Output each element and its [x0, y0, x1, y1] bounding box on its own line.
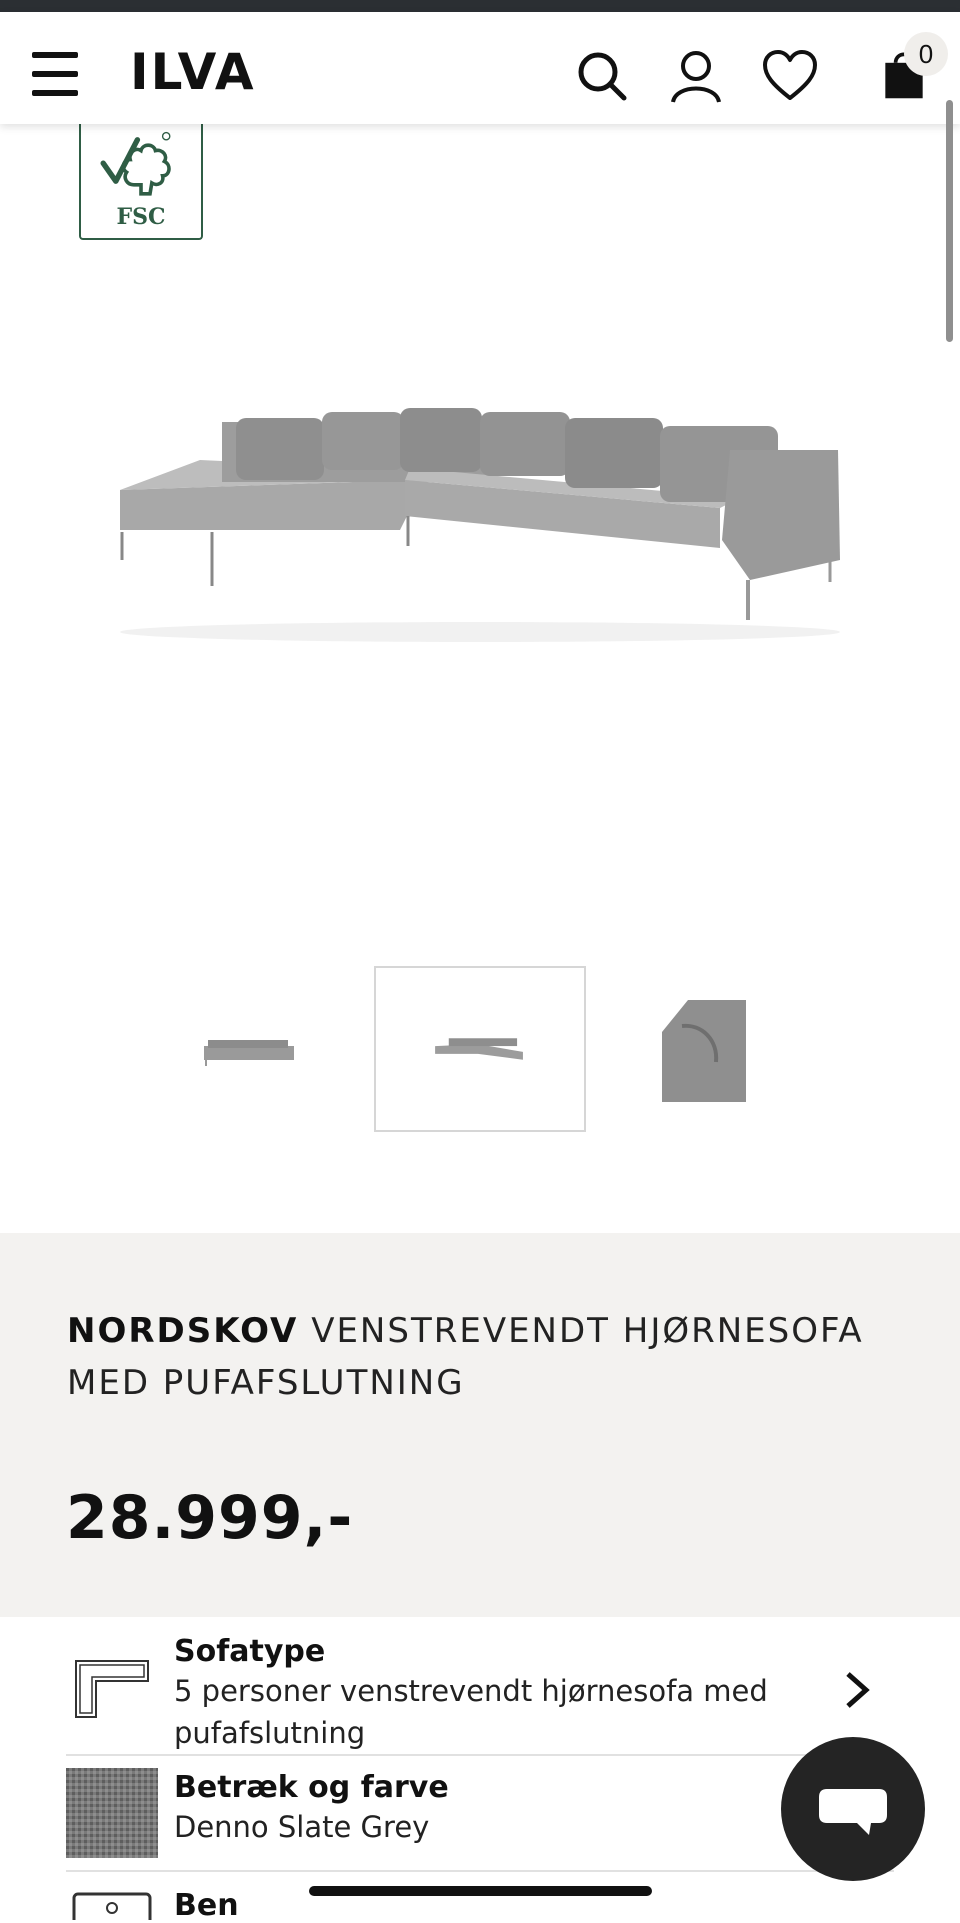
fsc-label: FSC — [116, 204, 166, 230]
status-strip — [0, 0, 960, 12]
chat-button[interactable] — [781, 1737, 925, 1881]
option-label: Betræk og farve — [174, 1770, 449, 1805]
site-logo[interactable]: ILVA — [130, 40, 256, 104]
option-label: Sofatype — [174, 1634, 326, 1669]
home-indicator[interactable] — [309, 1886, 652, 1896]
chevron-right-icon[interactable] — [842, 1670, 872, 1710]
product-info: NORDSKOV VENSTREVENDT HJØRNESOFA MED PUF… — [0, 1233, 960, 1617]
product-price: 28.999,- — [66, 1483, 354, 1553]
option-label: Ben — [174, 1888, 239, 1923]
thumbnail-2[interactable] — [374, 966, 586, 1132]
option-cover-color[interactable]: Betræk og farve Denno Slate Grey — [66, 1756, 894, 1872]
tree-check-icon — [100, 131, 171, 196]
product-title: NORDSKOV VENSTREVENDT HJØRNESOFA MED PUF… — [67, 1305, 897, 1409]
heart-icon[interactable] — [762, 48, 818, 104]
option-sofatype[interactable]: Sofatype 5 personer venstrevendt hjørnes… — [66, 1622, 894, 1756]
thumbnail-gallery — [0, 966, 960, 1136]
fsc-logo: FSC — [79, 120, 203, 240]
sofa-type-icon — [75, 1660, 149, 1718]
option-value: Denno Slate Grey — [174, 1810, 430, 1844]
option-value: 5 personer venstrevendt hjørnesofa med p… — [174, 1674, 768, 1750]
product-main-image[interactable] — [100, 370, 860, 650]
scrollbar[interactable] — [946, 100, 953, 342]
account-icon[interactable] — [668, 48, 724, 104]
site-header: ILVA 0 — [0, 12, 960, 124]
search-icon[interactable] — [574, 48, 630, 104]
cart-count-badge: 0 — [904, 32, 948, 76]
product-brand: NORDSKOV — [67, 1311, 299, 1351]
thumbnail-3[interactable] — [598, 966, 810, 1132]
chat-bubble-icon — [819, 1789, 887, 1835]
menu-icon[interactable] — [32, 52, 80, 96]
fabric-swatch-icon — [66, 1768, 158, 1858]
thumbnail-1[interactable] — [142, 966, 354, 1132]
